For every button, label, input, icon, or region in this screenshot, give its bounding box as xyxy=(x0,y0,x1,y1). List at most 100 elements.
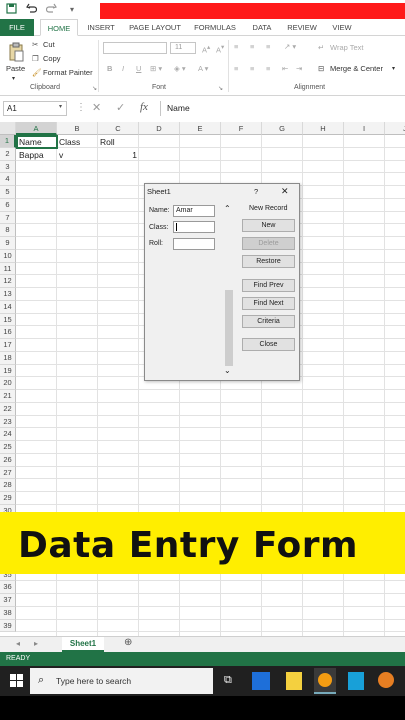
column-header-f[interactable]: F xyxy=(221,122,262,135)
row-header-8[interactable]: 8 xyxy=(0,224,16,237)
row-header-13[interactable]: 13 xyxy=(0,288,16,301)
enter-icon[interactable]: ✓ xyxy=(116,101,125,114)
row-header-21[interactable]: 21 xyxy=(0,390,16,403)
row-header-25[interactable]: 25 xyxy=(0,441,16,454)
row-header-4[interactable]: 4 xyxy=(0,173,16,186)
cell-a1[interactable]: Name xyxy=(19,136,42,149)
formula-input[interactable]: Name xyxy=(160,101,405,116)
decrease-font-icon[interactable]: A▾ xyxy=(216,43,224,56)
help-button[interactable]: ? xyxy=(254,187,258,196)
dialog-close-icon[interactable]: ✕ xyxy=(281,186,289,197)
row-header-26[interactable]: 26 xyxy=(0,453,16,467)
column-header-c[interactable]: C xyxy=(98,122,139,135)
task-view-icon[interactable]: ⧉ xyxy=(224,674,232,687)
row-header-38[interactable]: 38 xyxy=(0,606,16,620)
scroll-down-icon[interactable]: ⌄ xyxy=(224,366,231,375)
row-header-12[interactable]: 12 xyxy=(0,275,16,288)
tab-file[interactable]: FILE xyxy=(0,19,34,36)
borders-icon[interactable]: ⊞ ▾ xyxy=(150,64,162,74)
save-icon[interactable] xyxy=(6,3,17,18)
row-header-23[interactable]: 23 xyxy=(0,415,16,429)
row-header-11[interactable]: 11 xyxy=(0,262,16,276)
decrease-indent-icon[interactable]: ⇤ xyxy=(282,64,288,74)
select-all-corner[interactable] xyxy=(0,122,16,135)
column-header-b[interactable]: B xyxy=(57,122,98,135)
align-right-icon[interactable]: ≡ xyxy=(266,64,270,74)
column-header-h[interactable]: H xyxy=(303,122,344,135)
row-header-14[interactable]: 14 xyxy=(0,300,16,314)
tab-formulas[interactable]: FORMULAS xyxy=(190,19,240,36)
name-box[interactable]: A1 xyxy=(3,101,67,116)
tab-insert[interactable]: INSERT xyxy=(82,19,120,36)
cancel-icon[interactable]: ✕ xyxy=(92,101,101,114)
row-header-17[interactable]: 17 xyxy=(0,339,16,352)
row-header-28[interactable]: 28 xyxy=(0,479,16,492)
row-header-3[interactable]: 3 xyxy=(0,160,16,174)
align-center-icon[interactable]: ≡ xyxy=(250,64,254,74)
paste-icon[interactable] xyxy=(8,42,24,65)
row-header-16[interactable]: 16 xyxy=(0,326,16,339)
row-header-29[interactable]: 29 xyxy=(0,492,16,505)
orientation-icon[interactable]: ↗ ▾ xyxy=(284,42,296,52)
row-header-37[interactable]: 37 xyxy=(0,594,16,607)
tab-home[interactable]: HOME xyxy=(40,19,78,36)
row-header-1[interactable]: 1 xyxy=(0,135,16,148)
format-painter-button[interactable]: Format Painter xyxy=(43,68,93,78)
cell-b1[interactable]: Class xyxy=(59,136,80,149)
row-header-39[interactable]: 39 xyxy=(0,619,16,633)
paste-dropdown-icon[interactable]: ▾ xyxy=(12,74,15,84)
italic-button[interactable]: I xyxy=(122,64,124,74)
row-header-27[interactable]: 27 xyxy=(0,466,16,480)
row-header-24[interactable]: 24 xyxy=(0,428,16,441)
undo-icon[interactable] xyxy=(26,3,38,18)
font-color-icon[interactable]: A ▾ xyxy=(198,64,208,74)
row-header-18[interactable]: 18 xyxy=(0,351,16,365)
increase-indent-icon[interactable]: ⇥ xyxy=(296,64,302,74)
row-header-10[interactable]: 10 xyxy=(0,249,16,263)
align-left-icon[interactable]: ≡ xyxy=(234,64,238,74)
font-name-box[interactable] xyxy=(103,42,167,54)
windows-start-icon[interactable] xyxy=(10,674,23,692)
app-icon-store[interactable] xyxy=(348,672,364,690)
tab-data[interactable]: DATA xyxy=(246,19,278,36)
column-header-e[interactable]: E xyxy=(180,122,221,135)
name-box-dropdown-icon[interactable]: ▾ xyxy=(59,103,62,110)
column-header-j[interactable]: J xyxy=(385,122,405,135)
align-bottom-icon[interactable]: ≡ xyxy=(266,42,270,52)
align-top-icon[interactable]: ≡ xyxy=(234,42,238,52)
new-sheet-icon[interactable]: ⊕ xyxy=(124,637,132,648)
customize-qat-icon[interactable]: ▾ xyxy=(70,3,74,16)
app-icon-browser[interactable] xyxy=(378,672,394,688)
criteria-button[interactable]: Criteria xyxy=(242,315,295,328)
tab-page-layout[interactable]: PAGE LAYOUT xyxy=(124,19,186,36)
close-button[interactable]: Close xyxy=(242,338,295,351)
roll-field[interactable] xyxy=(173,238,215,250)
scrollbar-thumb[interactable] xyxy=(225,290,233,366)
row-header-20[interactable]: 20 xyxy=(0,377,16,390)
prev-sheet-icon[interactable]: ◂ xyxy=(16,639,20,648)
row-header-22[interactable]: 22 xyxy=(0,402,16,416)
font-size-box[interactable]: 11 xyxy=(170,42,196,54)
next-sheet-icon[interactable]: ▸ xyxy=(34,639,38,648)
class-field[interactable] xyxy=(173,221,215,233)
wrap-text-button[interactable]: Wrap Text xyxy=(330,43,364,53)
bold-button[interactable]: B xyxy=(107,64,112,74)
insert-function-button[interactable]: fx xyxy=(140,101,148,113)
row-header-6[interactable]: 6 xyxy=(0,198,16,212)
underline-button[interactable]: U xyxy=(136,64,141,74)
fill-color-icon[interactable]: ◈ ▾ xyxy=(174,64,186,74)
sheet-tab-sheet1[interactable]: Sheet1 xyxy=(62,637,104,652)
paste-button[interactable]: Paste xyxy=(6,64,25,74)
restore-button[interactable]: Restore xyxy=(242,255,295,268)
redo-icon[interactable] xyxy=(45,3,57,18)
column-header-a[interactable]: A xyxy=(16,122,57,135)
find-next-button[interactable]: Find Next xyxy=(242,297,295,310)
cell-c2[interactable]: 1 xyxy=(100,149,137,162)
app-icon-excel-like[interactable] xyxy=(252,672,270,690)
row-header-36[interactable]: 36 xyxy=(0,581,16,594)
taskbar-search-box[interactable]: ⌕ Type here to search xyxy=(30,668,213,694)
tab-review[interactable]: REVIEW xyxy=(282,19,322,36)
row-header-7[interactable]: 7 xyxy=(0,211,16,225)
font-launcher-icon[interactable]: ↘ xyxy=(218,84,223,94)
clipboard-launcher-icon[interactable]: ↘ xyxy=(92,84,97,94)
